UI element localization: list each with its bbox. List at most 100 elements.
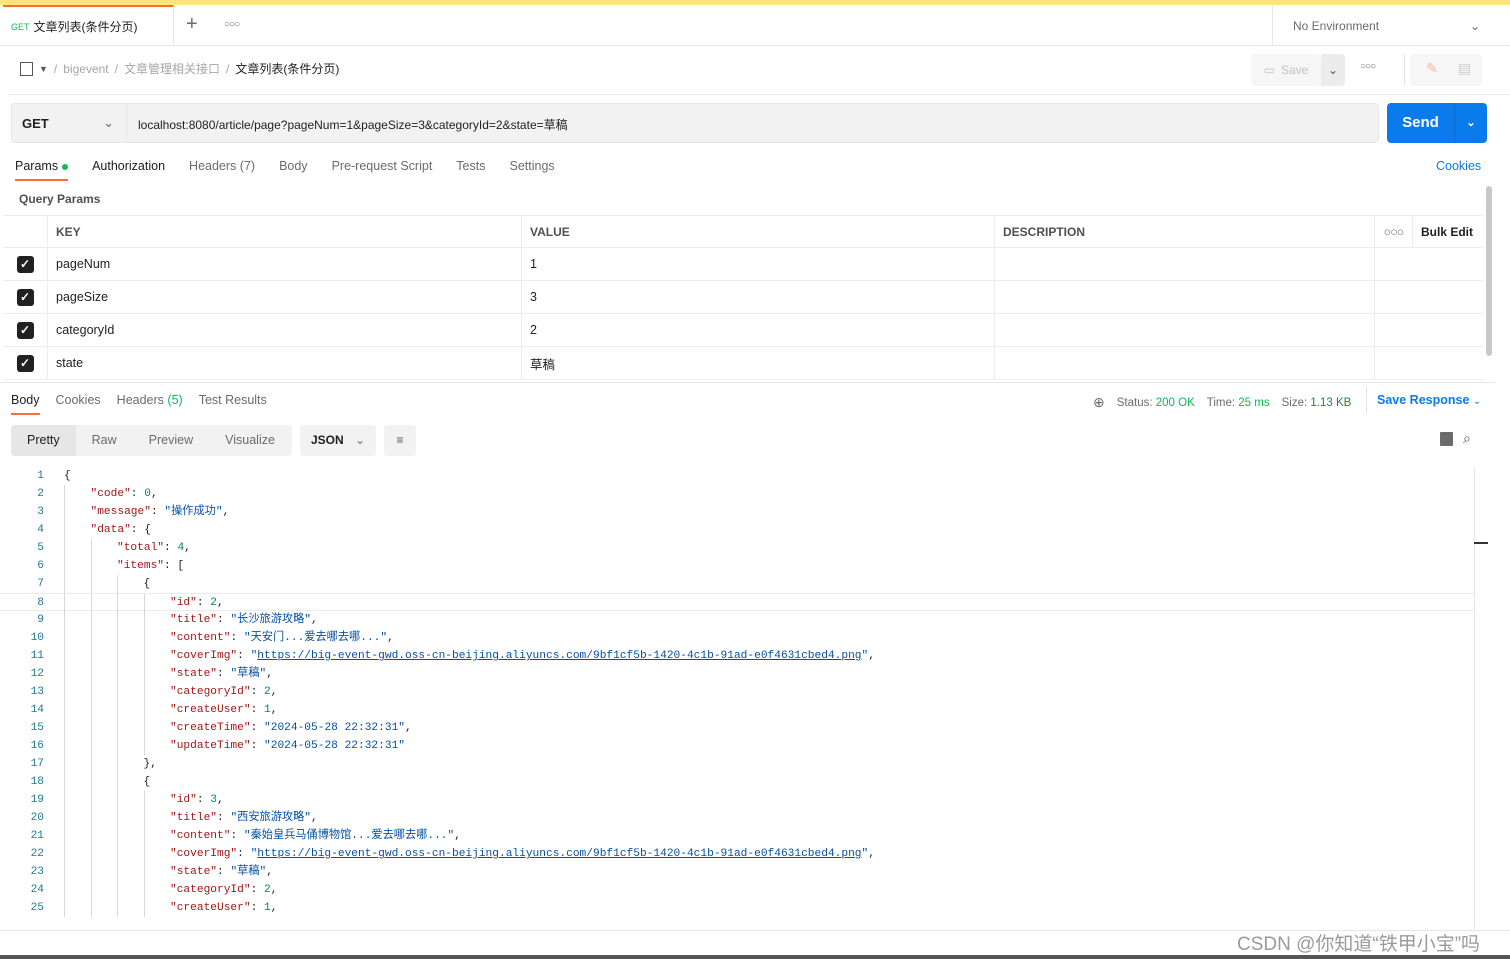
param-description[interactable] <box>995 248 1375 280</box>
line-number: 24 <box>30 884 44 896</box>
indent-guide <box>143 791 145 809</box>
save-response-button[interactable]: Save Response ⌄ <box>1366 386 1481 414</box>
tab-headers[interactable]: Headers (7) <box>189 159 255 181</box>
indent-guide <box>90 539 92 557</box>
tab-response-cookies[interactable]: Cookies <box>56 393 101 415</box>
search-icon[interactable]: ⌕ <box>1463 430 1471 447</box>
breadcrumb-row: ▼ / bigevent / 文章管理相关接口 / 文章列表(条件分页) ▭ S… <box>8 46 1510 95</box>
globe-icon[interactable]: ⊕ <box>1093 394 1105 411</box>
indent-guide <box>117 647 118 665</box>
code-token: "items" <box>117 560 164 572</box>
tab-authorization[interactable]: Authorization <box>92 159 165 181</box>
indent-guide <box>90 575 92 593</box>
breadcrumb-folder[interactable]: 文章管理相关接口 <box>124 60 220 77</box>
code-token: "total" <box>117 542 164 554</box>
code-token: 2 <box>210 597 218 609</box>
response-tabs: Body Cookies Headers (5) Test Results <box>11 393 267 415</box>
cookies-link[interactable]: Cookies <box>1436 159 1481 173</box>
indent-guide <box>117 665 118 683</box>
view-pretty[interactable]: Pretty <box>11 425 76 456</box>
method-select[interactable]: GET ⌄ <box>12 104 127 142</box>
code-token: , <box>311 614 318 626</box>
new-tab-plus-icon[interactable]: + <box>186 13 198 36</box>
tab-tests[interactable]: Tests <box>456 159 485 181</box>
wrap-lines-icon[interactable]: ≡ <box>384 425 416 456</box>
param-description[interactable] <box>995 347 1375 379</box>
tab-more-icon[interactable]: ○○○ <box>224 19 240 30</box>
line-number: 2 <box>37 488 44 500</box>
indent-guide <box>64 755 65 773</box>
line-number: 14 <box>30 704 44 716</box>
status-code[interactable]: 200 OK <box>1156 397 1195 409</box>
view-raw[interactable]: Raw <box>76 425 133 456</box>
save-button[interactable]: ▭ Save <box>1251 54 1321 86</box>
param-checkbox[interactable]: ✓ <box>16 288 34 306</box>
indent-guide <box>90 557 92 575</box>
code-token: : <box>196 597 211 609</box>
tab-settings[interactable]: Settings <box>509 159 554 181</box>
editor-scrollbar-track[interactable] <box>1474 467 1475 929</box>
format-select[interactable]: JSON ⌄ <box>300 425 376 456</box>
response-body-editor[interactable]: 1{2 "code": 0, 3 "message": "操作成功", 4 "data":… <box>0 467 1474 929</box>
tab-body[interactable]: Body <box>279 159 308 181</box>
pencil-icon[interactable]: ✎ <box>1426 60 1438 77</box>
code-token: , <box>217 794 224 806</box>
indent-guide <box>64 575 65 593</box>
save-dropdown-button[interactable]: ⌄ <box>1321 54 1345 86</box>
indent-guide <box>64 719 65 737</box>
param-key[interactable]: pageNum <box>48 248 522 280</box>
indent-guide <box>143 665 145 683</box>
tab-params[interactable]: Params <box>15 159 69 181</box>
view-preview[interactable]: Preview <box>133 425 209 456</box>
code-token: , <box>217 597 224 609</box>
url-input[interactable]: localhost:8080/article/page?pageNum=1&pa… <box>138 116 568 133</box>
more-options-icon[interactable]: ○○○ <box>1360 61 1376 72</box>
param-value[interactable]: 1 <box>522 248 995 280</box>
indent-guide <box>117 809 118 827</box>
indent-guide <box>90 881 92 899</box>
param-value[interactable]: 2 <box>522 314 995 346</box>
indent-guide <box>117 611 118 629</box>
comment-icon[interactable]: ▤ <box>1458 60 1471 77</box>
tab-prerequest-script[interactable]: Pre-request Script <box>332 159 433 181</box>
indent-guide <box>117 755 118 773</box>
indent-guide <box>117 827 118 845</box>
param-checkbox[interactable]: ✓ <box>16 255 34 273</box>
param-key[interactable]: categoryId <box>48 314 522 346</box>
param-checkbox[interactable]: ✓ <box>16 354 34 372</box>
caret-down-icon[interactable]: ▼ <box>39 64 48 74</box>
indent-guide <box>90 863 92 881</box>
response-size[interactable]: 1.13 KB <box>1310 397 1351 409</box>
response-divider[interactable] <box>0 382 1495 383</box>
code-token: "草稿" <box>230 668 267 680</box>
tab-response-headers[interactable]: Headers (5) <box>117 393 183 415</box>
breadcrumb-collection[interactable]: bigevent <box>63 62 108 76</box>
cover-image-link[interactable]: https://big-event-gwd.oss-cn-beijing.ali… <box>257 650 861 662</box>
bulk-edit-button[interactable]: Bulk Edit <box>1413 216 1483 247</box>
cover-image-link[interactable]: https://big-event-gwd.oss-cn-beijing.ali… <box>257 848 861 860</box>
param-key[interactable]: state <box>48 347 522 379</box>
param-key[interactable]: pageSize <box>48 281 522 313</box>
tab-response-body[interactable]: Body <box>11 393 40 415</box>
params-scrollbar[interactable] <box>1486 186 1492 356</box>
param-value[interactable]: 草稿 <box>522 347 995 379</box>
param-value[interactable]: 3 <box>522 281 995 313</box>
watermark: CSDN @你知道“铁甲小宝”吗 <box>1237 934 1481 955</box>
param-checkbox[interactable]: ✓ <box>16 321 34 339</box>
copy-icon[interactable] <box>1440 432 1453 446</box>
send-dropdown-icon[interactable]: ⌄ <box>1454 103 1487 143</box>
indent-guide <box>143 719 145 737</box>
request-tab[interactable]: GET 文章列表(条件分页) <box>3 5 174 46</box>
send-button[interactable]: Send ⌄ <box>1387 103 1487 143</box>
tab-test-results[interactable]: Test Results <box>199 393 267 415</box>
response-time[interactable]: 25 ms <box>1238 397 1269 409</box>
tab-title: 文章列表(条件分页) <box>33 20 138 34</box>
indent-guide <box>117 575 118 593</box>
param-description[interactable] <box>995 314 1375 346</box>
param-description[interactable] <box>995 281 1375 313</box>
view-visualize[interactable]: Visualize <box>209 425 291 456</box>
column-options-icon[interactable]: ○○○ <box>1375 216 1413 247</box>
tab-method: GET <box>11 21 30 32</box>
environment-select[interactable]: No Environment ⌄ <box>1272 5 1510 46</box>
indent-guide <box>64 521 65 539</box>
